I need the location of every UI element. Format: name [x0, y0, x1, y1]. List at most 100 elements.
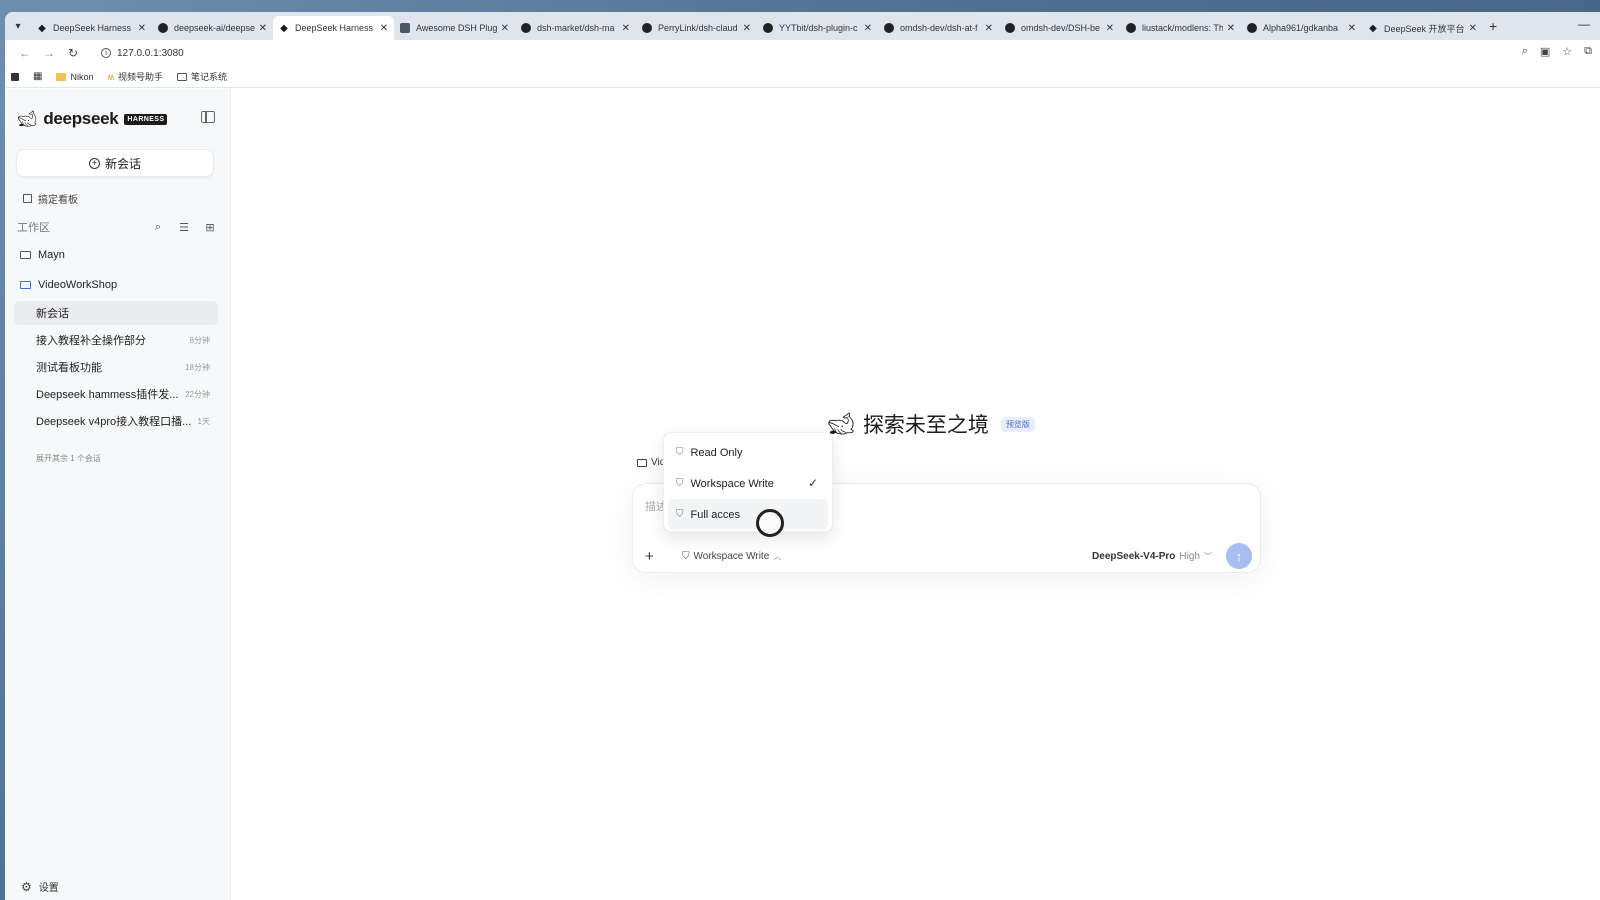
tab-10[interactable]: Alpha961/gdkanba ✕ [1241, 16, 1362, 40]
tab-title: liustack/modlens: Th [1142, 23, 1223, 33]
tab-strip: ▾ ◆ DeepSeek Harness F ✕ deepseek-ai/deeps… [5, 12, 1600, 40]
new-chat-button[interactable]: + 新会话 [16, 149, 214, 177]
menu-item-label: Full acces [690, 508, 741, 521]
show-more-conversations-link[interactable]: 展开其余 1 个会话 [36, 453, 101, 464]
deepseek-icon: ◆ [1369, 22, 1377, 34]
close-icon[interactable]: ✕ [864, 23, 872, 34]
conversation-title: 新会话 [36, 308, 69, 320]
tab-6[interactable]: YYTbit/dsh-plugin-c ✕ [757, 16, 878, 40]
settings-button[interactable]: ⚙ 设置 [21, 879, 59, 895]
apps-icon[interactable] [11, 72, 19, 81]
close-icon[interactable]: ✕ [1469, 23, 1477, 34]
close-icon[interactable]: ✕ [138, 23, 146, 34]
attach-plus-icon[interactable]: + [645, 548, 654, 565]
permission-selector[interactable]: ⛉ Workspace Write ︿ [682, 551, 781, 562]
minimize-icon[interactable]: — [1578, 17, 1590, 31]
hero-heading: 🐋︎ 探索未至之境 预览版 [827, 409, 1035, 439]
tab-4[interactable]: dsh-market/dsh-ma ✕ [515, 16, 636, 40]
conversation-item[interactable]: 接入教程补全操作部分 8分钟 [14, 328, 218, 352]
site-info-icon[interactable]: i [101, 48, 111, 58]
close-icon[interactable]: ✕ [259, 23, 267, 34]
new-folder-icon[interactable]: ⊞ [203, 220, 217, 234]
close-icon[interactable]: ✕ [380, 23, 388, 34]
workspace-header: 工作区 ⌕ ☰ ⊞ [17, 219, 217, 235]
close-icon[interactable]: ✕ [1106, 23, 1114, 34]
back-icon[interactable]: ← [15, 46, 35, 60]
conversation-title: 测试看板功能 [36, 362, 102, 374]
conversation-item[interactable]: Deepseek v4pro接入教程口播... 1天 [14, 409, 218, 433]
install-icon[interactable]: ▣ [1540, 45, 1550, 58]
gear-icon: ⚙ [21, 879, 32, 894]
close-icon[interactable]: ✕ [985, 23, 993, 34]
conversation-title: Deepseek hammess插件发... [36, 389, 179, 401]
close-icon[interactable]: ✕ [622, 23, 630, 34]
model-selector[interactable]: DeepSeek-V4-Pro High ﹀ [1092, 551, 1212, 562]
brand-badge: HARNESS [124, 113, 168, 125]
tab-title: DeepSeek Harness F [53, 23, 134, 33]
model-name: DeepSeek-V4-Pro [1092, 551, 1176, 562]
tab-title: dsh-market/dsh-ma [537, 23, 615, 33]
tab-3[interactable]: Awesome DSH Plugi ✕ [394, 16, 515, 40]
permission-menu: ⛉ Read Only ⛉ Workspace Write ✓ ⛉ Full a… [663, 432, 833, 532]
tab-0[interactable]: ◆ DeepSeek Harness F ✕ [31, 16, 152, 40]
tab-1[interactable]: deepseek-ai/deepse ✕ [152, 16, 273, 40]
menu-item-read-only[interactable]: ⛉ Read Only [668, 437, 828, 468]
close-icon[interactable]: ✕ [1227, 23, 1235, 34]
reload-icon[interactable]: ↻ [63, 46, 83, 60]
bookmark-video-assistant[interactable]: ʍ 视频号助手 [107, 70, 163, 83]
forward-icon[interactable]: → [39, 46, 59, 60]
shield-check-icon: ⛉ [676, 447, 684, 458]
tab-2[interactable]: ◆ DeepSeek Harness ✕ [273, 16, 394, 40]
folder-open-icon [20, 281, 31, 289]
send-button[interactable]: ↑ [1226, 543, 1252, 569]
workspace-label: 工作区 [17, 222, 50, 234]
close-icon[interactable]: ✕ [501, 23, 509, 34]
conversation-item[interactable]: 测试看板功能 18分钟 [14, 355, 218, 379]
extensions-icon[interactable]: ⧉ [1584, 45, 1592, 58]
folder-videoworkshop[interactable]: VideoWorkShop [20, 279, 117, 291]
github-icon [158, 23, 168, 33]
new-tab-button[interactable]: + [1489, 18, 1497, 34]
star-icon[interactable]: ☆ [1562, 45, 1572, 58]
whale-logo-icon: 🐋︎ [827, 411, 855, 436]
tab-title: PerryLink/dsh-claud [658, 23, 738, 33]
zoom-icon[interactable]: ⌕ [1522, 45, 1528, 58]
search-icon[interactable]: ⌕ [151, 220, 165, 234]
settings-label: 设置 [38, 883, 59, 894]
bookmarks-bar: ▦ Nikon ʍ 视频号助手 笔记系统 [5, 66, 1600, 88]
bookmark-nikon[interactable]: Nikon [56, 72, 93, 82]
bookmark-notes[interactable]: 笔记系统 [176, 70, 227, 83]
url-field[interactable]: i 127.0.0.1:3080 [101, 48, 184, 59]
kanban-link[interactable]: 搞定看板 [23, 191, 78, 206]
address-bar: ← → ↻ i 127.0.0.1:3080 ⌕ ▣ ☆ ⧉ [5, 40, 1600, 66]
tab-8[interactable]: omdsh-dev/DSH-be ✕ [999, 16, 1120, 40]
folder-icon [20, 251, 31, 259]
conversation-item[interactable]: Deepseek hammess插件发... 22分钟 [14, 382, 218, 406]
tab-7[interactable]: omdsh-dev/dsh-at-f ✕ [878, 16, 999, 40]
grid-icon[interactable]: ▦ [33, 71, 42, 82]
brand-logo: 🐋︎ deepseek HARNESS [17, 109, 168, 129]
app-root: 🐋︎ deepseek HARNESS + 新会话 搞定看板 工作区 ⌕ ☰ ⊞ [5, 89, 1600, 900]
tab-title: omdsh-dev/dsh-at-f [900, 23, 978, 33]
sidebar-toggle-icon[interactable] [201, 111, 215, 123]
folder-mayn[interactable]: Mayn [20, 249, 65, 261]
folder-icon [176, 72, 187, 81]
menu-item-workspace-write[interactable]: ⛉ Workspace Write ✓ [668, 468, 828, 499]
conversation-item[interactable]: 新会话 [14, 301, 218, 325]
tab-search-icon[interactable]: ▾ [9, 17, 27, 35]
github-icon [1126, 23, 1136, 33]
tab-11[interactable]: ◆ DeepSeek 开放平台 ✕ [1362, 16, 1483, 40]
tab-5[interactable]: PerryLink/dsh-claud ✕ [636, 16, 757, 40]
folder-name: Mayn [38, 249, 65, 261]
bookmark-label: 笔记系统 [190, 72, 227, 82]
folder-icon [56, 72, 67, 81]
menu-item-label: Read Only [690, 446, 743, 459]
filter-icon[interactable]: ☰ [177, 220, 191, 234]
menu-item-label: Workspace Write [690, 477, 774, 490]
close-icon[interactable]: ✕ [1348, 23, 1356, 34]
tab-title: YYTbit/dsh-plugin-c [779, 23, 858, 33]
github-icon [642, 23, 652, 33]
close-icon[interactable]: ✕ [743, 23, 751, 34]
menu-item-full-access[interactable]: ⛉ Full acces [668, 499, 828, 530]
tab-9[interactable]: liustack/modlens: Th ✕ [1120, 16, 1241, 40]
